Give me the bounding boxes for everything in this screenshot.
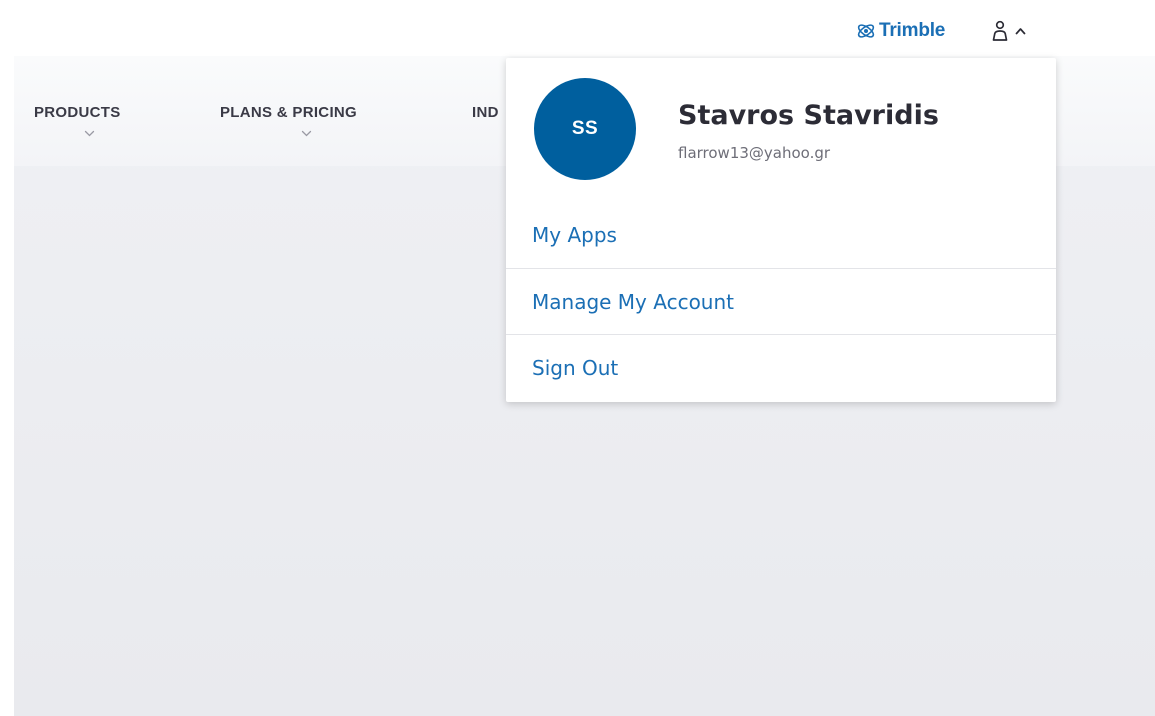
user-dropdown-menu: SS Stavros Stavridis flarrow13@yahoo.gr …	[506, 58, 1056, 402]
nav-item-products[interactable]: PRODUCTS	[34, 104, 121, 137]
my-apps-link[interactable]: My Apps	[506, 202, 1056, 268]
user-menu-toggle[interactable]	[991, 18, 1026, 44]
trimble-logo-link[interactable]: Trimble	[856, 19, 945, 43]
brand-name: Trimble	[879, 20, 946, 41]
user-menu-list: My Apps Manage My Account Sign Out	[506, 202, 1056, 400]
user-email: flarrow13@yahoo.gr	[678, 144, 831, 162]
nav-item-label: PRODUCTS	[34, 104, 121, 121]
nav-item-plans-pricing[interactable]: PLANS & PRICING	[220, 104, 358, 137]
nav-item-label: PLANS & PRICING	[220, 104, 358, 121]
sign-out-link[interactable]: Sign Out	[506, 334, 1056, 400]
top-bar: Trimble	[0, 0, 1155, 56]
trimble-globe-icon	[857, 24, 875, 38]
manage-account-link[interactable]: Manage My Account	[506, 268, 1056, 334]
nav-item-industries[interactable]: IND	[472, 104, 499, 121]
avatar: SS	[534, 78, 636, 180]
user-name: Stavros Stavridis	[678, 100, 939, 131]
user-profile-header: SS Stavros Stavridis flarrow13@yahoo.gr	[506, 58, 1056, 198]
chevron-down-icon	[84, 130, 95, 137]
caret-up-icon	[1015, 28, 1026, 35]
chevron-down-icon	[301, 130, 312, 137]
user-icon	[992, 20, 1008, 41]
nav-item-label: IND	[472, 104, 499, 121]
